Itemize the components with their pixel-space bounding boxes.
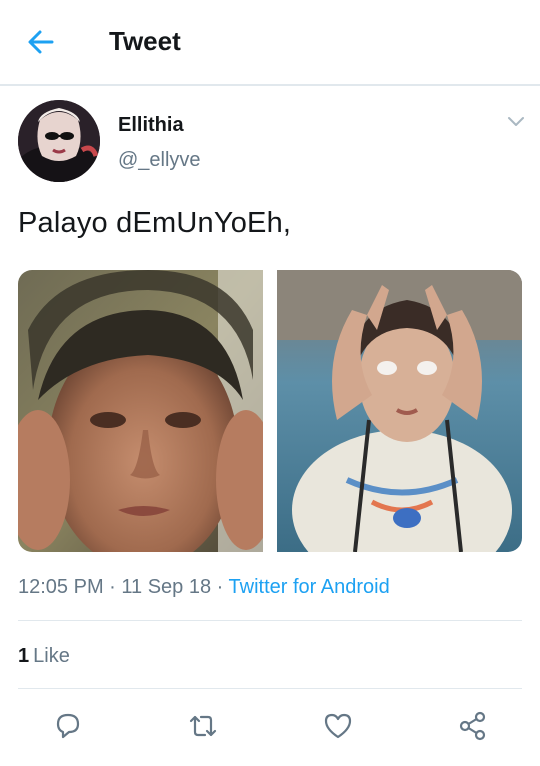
- retweet-icon: [189, 715, 217, 737]
- share-icon: [459, 711, 486, 741]
- tweet-time: 12:05 PM: [18, 576, 104, 598]
- arrow-left-icon: [28, 30, 54, 54]
- like-count: 1: [18, 645, 30, 667]
- page-title: Tweet: [109, 26, 181, 56]
- share-button[interactable]: [457, 710, 489, 742]
- tweet-text: Palayo dEmUnYoEh,: [18, 207, 292, 239]
- likes-count[interactable]: 1 Like: [18, 645, 70, 668]
- divider: [18, 620, 522, 621]
- tweet-meta: 12:05 PM · 11 Sep 18 · Twitter for Andro…: [18, 576, 390, 599]
- divider: [18, 688, 522, 689]
- chevron-down-icon: [508, 117, 524, 126]
- meta-separator: ·: [103, 576, 122, 598]
- like-label: Like: [33, 645, 70, 667]
- top-bar: Tweet: [0, 0, 540, 86]
- author-handle[interactable]: @_ellyve: [118, 149, 201, 172]
- tweet-menu-button[interactable]: [506, 114, 526, 130]
- author-name[interactable]: Ellithia: [118, 114, 184, 137]
- meta-separator: ·: [211, 576, 229, 598]
- reply-button[interactable]: [52, 710, 84, 742]
- photo-girl-rolled-eyes[interactable]: [277, 270, 522, 552]
- like-icon: [324, 713, 352, 739]
- avatar[interactable]: [18, 100, 100, 182]
- like-button[interactable]: [322, 710, 354, 742]
- tweet-date: 11 Sep 18: [121, 576, 212, 598]
- reply-icon: [56, 713, 80, 739]
- back-button[interactable]: [26, 28, 56, 56]
- retweet-button[interactable]: [187, 710, 219, 742]
- photo-boy-covering-ears[interactable]: [18, 270, 263, 552]
- tweet-source-link[interactable]: Twitter for Android: [229, 576, 390, 598]
